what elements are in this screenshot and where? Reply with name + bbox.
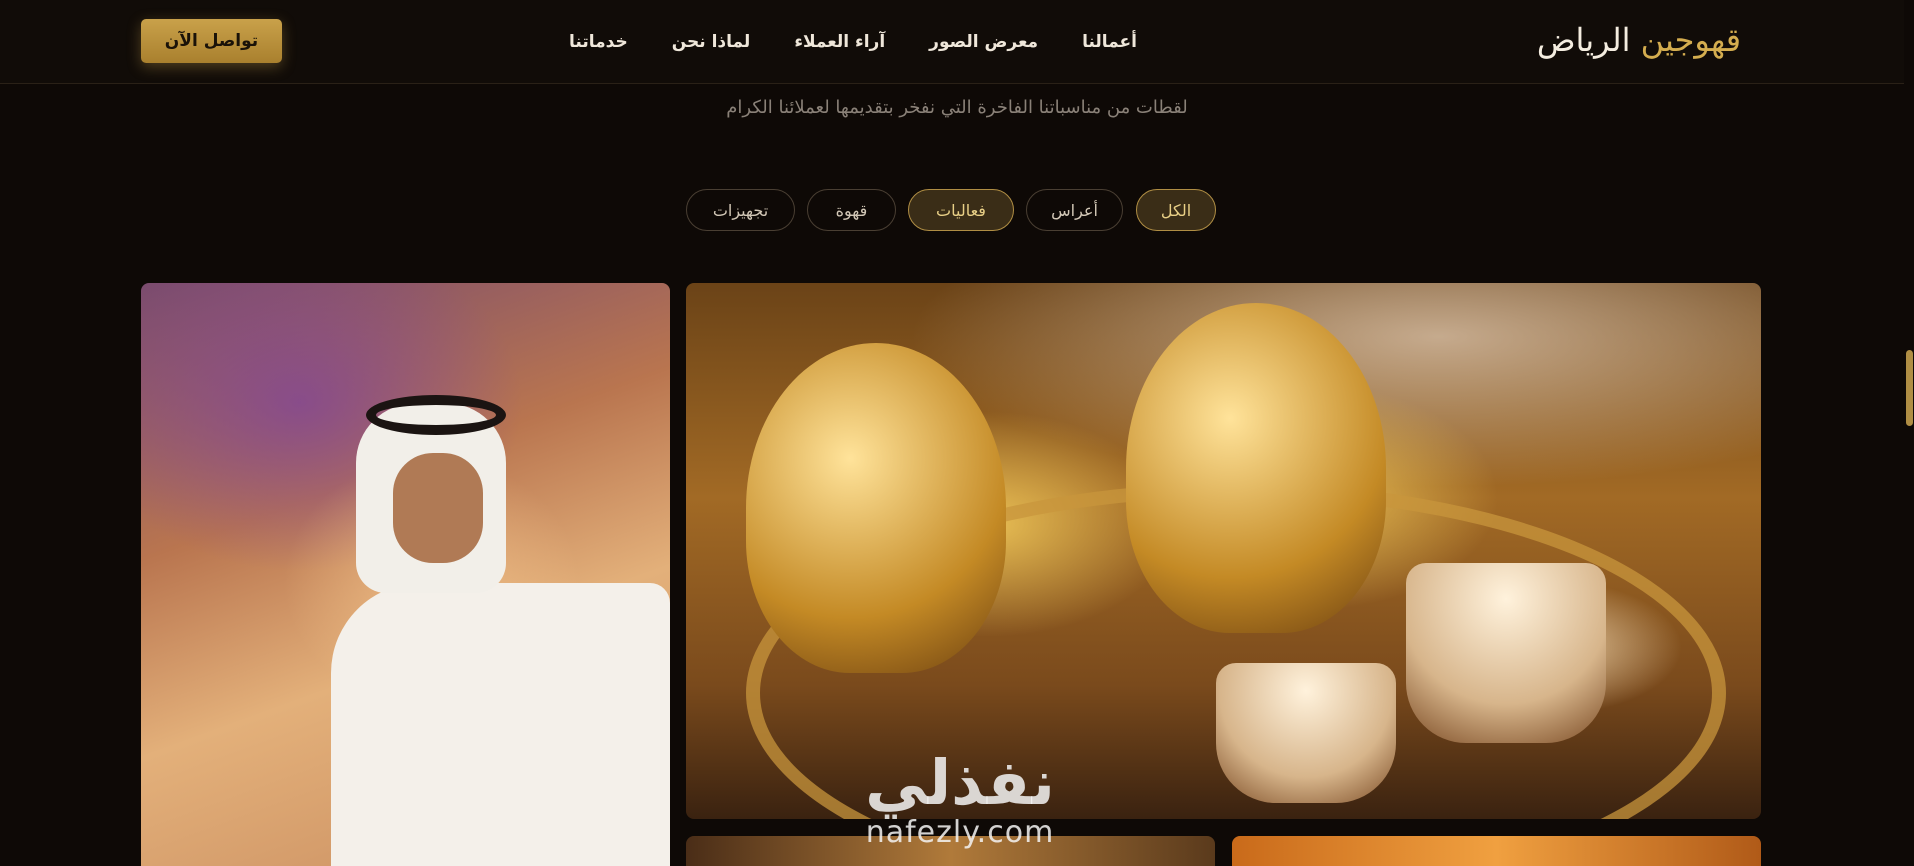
filter-setups[interactable]: تجهيزات <box>686 189 795 231</box>
nav-link-works[interactable]: أعمالنا <box>1082 32 1137 52</box>
teapot-right <box>1126 303 1386 633</box>
coffee-cup <box>1406 563 1606 743</box>
nav-link-services[interactable]: خدماتنا <box>569 32 628 52</box>
site-logo[interactable]: قهوجين الرياض <box>1537 18 1741 62</box>
nav-link-testimonials[interactable]: آراء العملاء <box>794 32 885 52</box>
watermark-arabic: نفذلي <box>865 746 1055 819</box>
filter-weddings[interactable]: أعراس <box>1026 189 1123 231</box>
main-nav: خدماتنا لماذا نحن آراء العملاء معرض الصو… <box>569 22 1137 62</box>
gallery-image-host[interactable] <box>141 283 670 866</box>
host-figure-agal <box>366 395 506 435</box>
teapot-left <box>746 343 1006 673</box>
watermark: نفذلي nafezly.com <box>840 750 1080 850</box>
filter-events[interactable]: فعاليات <box>908 189 1014 231</box>
page-scrollbar[interactable] <box>1904 0 1914 866</box>
contact-now-button[interactable]: تواصل الآن <box>141 19 282 63</box>
scrollbar-thumb[interactable] <box>1906 350 1913 426</box>
watermark-latin: nafezly.com <box>865 815 1055 850</box>
coffee-cup-small <box>1216 663 1396 803</box>
nav-link-why-us[interactable]: لماذا نحن <box>672 32 751 52</box>
navbar: قهوجين الرياض خدماتنا لماذا نحن آراء الع… <box>0 0 1914 84</box>
nav-link-gallery[interactable]: معرض الصور <box>929 32 1038 52</box>
filter-all[interactable]: الكل <box>1136 189 1216 231</box>
filter-coffee[interactable]: قهوة <box>807 189 896 231</box>
gallery-image-4[interactable] <box>1232 836 1761 866</box>
gallery-image-coffee-set[interactable] <box>686 283 1761 819</box>
gallery-subtitle: لقطات من مناسباتنا الفاخرة التي نفخر بتق… <box>726 97 1188 118</box>
gallery-filters: الكل أعراس فعاليات قهوة تجهيزات <box>686 189 1216 231</box>
logo-main: الرياض <box>1536 21 1631 59</box>
logo-accent: قهوجين <box>1640 21 1741 59</box>
host-figure-body <box>331 583 670 866</box>
host-figure-face <box>393 453 483 563</box>
